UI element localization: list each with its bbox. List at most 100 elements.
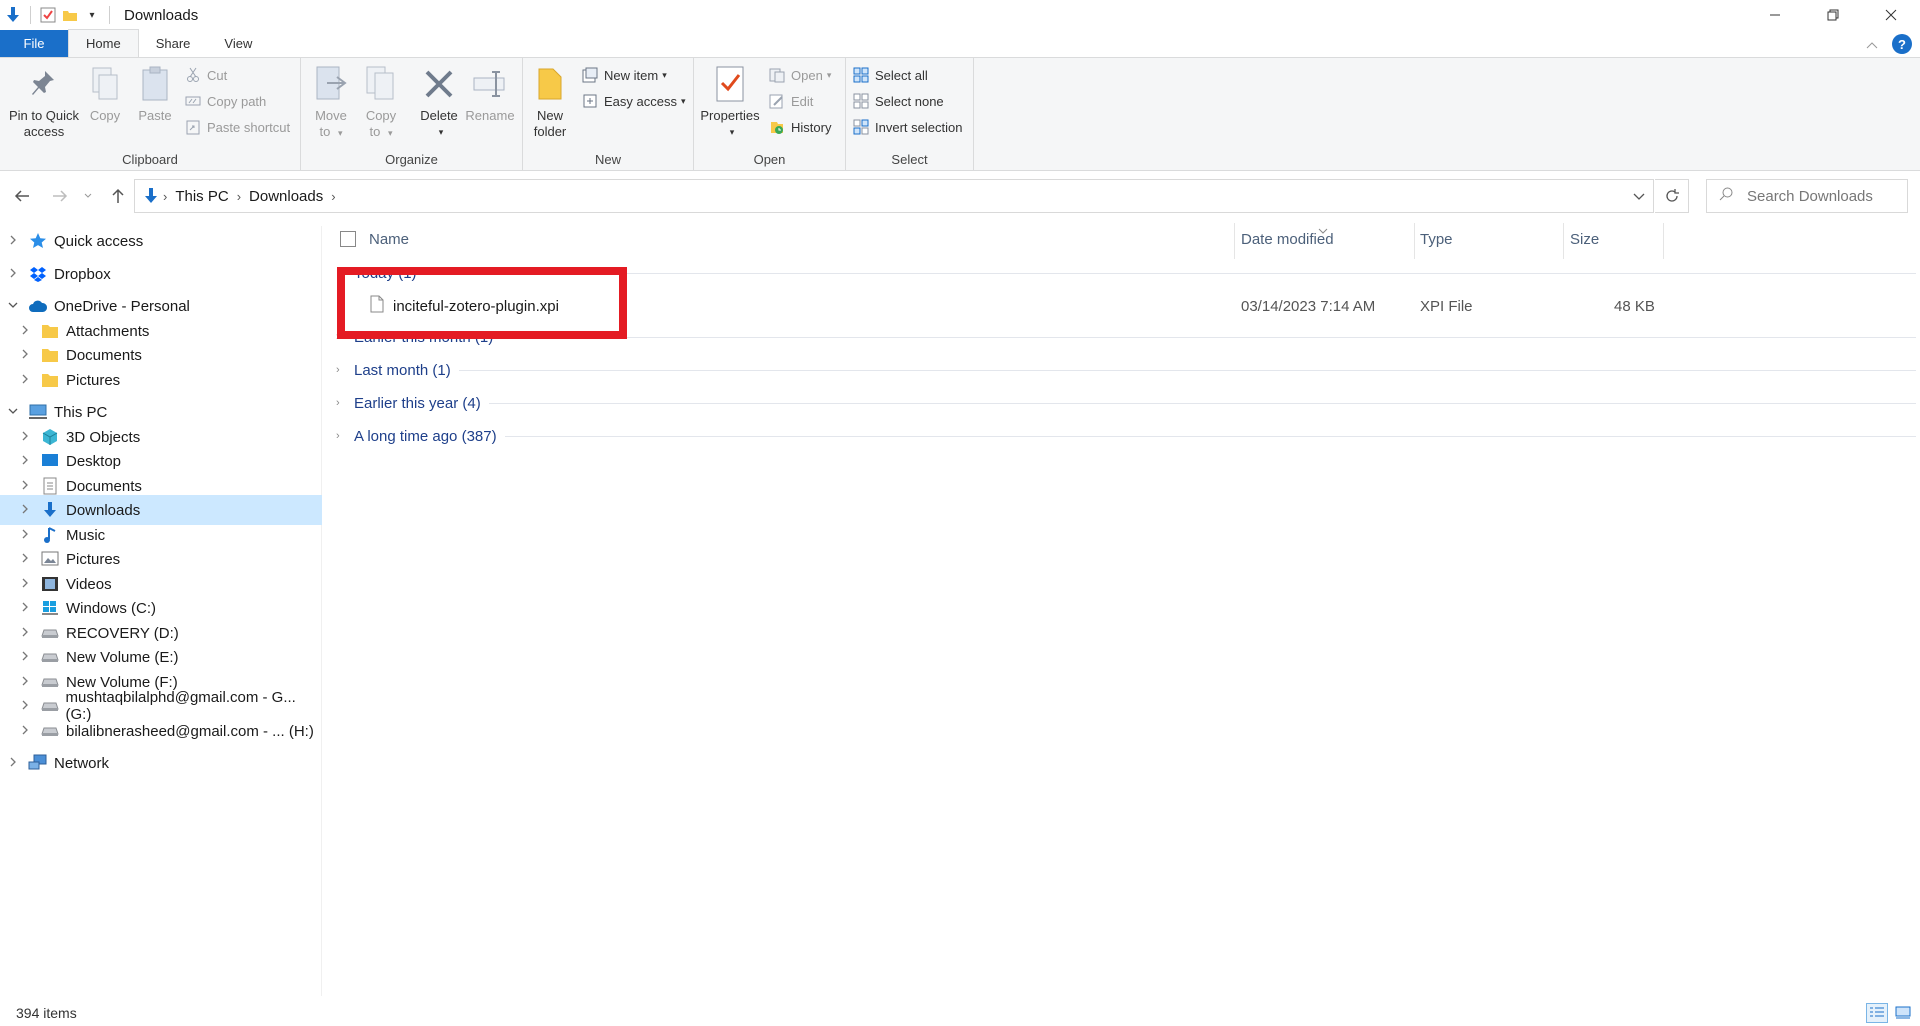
expand-chevron-icon[interactable] [18,602,32,615]
restore-button[interactable] [1804,0,1862,30]
expand-chevron-icon[interactable] [18,325,32,338]
rename-button[interactable]: Rename [465,64,515,124]
nav-item-pictures[interactable]: Pictures [0,365,322,395]
nav-item-quick-access[interactable]: Quick access [0,226,322,256]
expand-chevron-icon[interactable] [6,235,20,248]
breadcrumb-chevron-icon[interactable]: › [331,189,335,204]
expand-chevron-icon[interactable] [18,431,32,444]
group-last-month[interactable]: › Last month (1) [336,358,1916,382]
expand-chevron-icon[interactable] [18,578,32,591]
edit-button[interactable]: Edit [768,90,813,112]
new-folder-button[interactable]: New folder [527,64,573,140]
column-header-date-modified[interactable]: Date modified [1241,219,1417,259]
select-all-checkbox[interactable] [340,231,356,247]
expand-chevron-icon[interactable] [18,504,32,517]
expand-chevron-icon[interactable] [18,480,32,493]
address-history-dropdown-icon[interactable] [1633,188,1645,205]
new-folder-qat-icon[interactable] [59,4,81,26]
new-item-button[interactable]: New item ▾ [581,64,667,86]
star-icon [28,231,48,251]
expand-chevron-icon[interactable] [18,374,32,387]
column-header-name[interactable]: Name [369,219,1029,259]
search-input[interactable]: Search Downloads [1706,179,1908,213]
tab-home[interactable]: Home [68,29,139,57]
group-expand-icon[interactable]: › [336,430,354,442]
column-header-type[interactable]: Type [1420,219,1560,259]
expand-chevron-icon[interactable] [18,627,32,640]
column-header-size[interactable]: Size [1570,219,1660,259]
column-divider[interactable] [1234,223,1235,259]
breadcrumb-downloads[interactable]: Downloads [249,188,323,205]
group-label: Last month (1) [354,361,451,379]
select-all-button[interactable]: Select all [852,64,928,86]
breadcrumb-this-pc[interactable]: This PC [175,188,228,205]
group-a-long-time-ago[interactable]: › A long time ago (387) [336,424,1916,448]
up-arrow-icon[interactable] [106,184,130,208]
group-expand-icon[interactable]: › [336,397,354,409]
expand-chevron-icon[interactable] [18,676,32,689]
expand-chevron-icon[interactable] [18,529,32,542]
refresh-button[interactable] [1655,179,1689,213]
expand-chevron-icon[interactable] [18,700,32,713]
expand-chevron-icon[interactable] [18,455,32,468]
invert-selection-button[interactable]: Invert selection [852,116,962,138]
expand-chevron-icon[interactable] [18,349,32,362]
open-button[interactable]: Open ▾ [768,64,831,86]
group-divider [501,336,1916,338]
group-earlier-this-year[interactable]: › Earlier this year (4) [336,391,1916,415]
properties-button[interactable]: Properties ▾ [698,64,762,140]
sort-indicator-icon [1318,221,1328,237]
expand-chevron-icon[interactable] [18,553,32,566]
cube-icon [40,427,60,447]
search-placeholder: Search Downloads [1747,187,1873,205]
close-button[interactable] [1862,0,1920,30]
easy-access-button[interactable]: Easy access ▾ [581,90,686,112]
copy-button[interactable]: Copy [86,64,124,124]
minimize-button[interactable] [1746,0,1804,30]
breadcrumb-chevron-icon[interactable]: › [237,189,241,204]
expand-chevron-icon[interactable] [6,268,20,281]
paste-shortcut-button[interactable]: Paste shortcut [184,116,290,138]
pin-label-2: access [23,124,65,139]
paste-button[interactable]: Paste [136,64,174,124]
select-none-button[interactable]: Select none [852,90,944,112]
collapse-chevron-icon[interactable] [6,406,20,418]
navigation-pane: Quick access Dropbox OneDrive - Personal At… [0,226,322,996]
download-arrow-icon [2,4,24,26]
forward-arrow-icon[interactable] [48,184,72,208]
expand-chevron-icon[interactable] [6,757,20,770]
help-icon[interactable]: ? [1892,34,1912,54]
tab-view[interactable]: View [207,30,269,57]
move-to-button[interactable]: Move to ▾ [311,64,351,141]
address-bar[interactable]: › This PC › Downloads › [134,179,1654,213]
customize-qat-dropdown-icon[interactable]: ▾ [81,4,103,26]
column-divider[interactable] [1414,223,1415,259]
drive-icon [40,647,60,667]
copy-to-button[interactable]: Copy to ▾ [361,64,401,141]
properties-check-icon[interactable] [37,4,59,26]
copy-path-button[interactable]: Copy path [184,90,266,112]
tab-file[interactable]: File [0,30,68,57]
group-expand-icon[interactable]: › [336,364,354,376]
move-to-icon [313,64,349,104]
pin-to-quick-access-button[interactable]: Pin to Quick access [6,64,82,140]
cut-button[interactable]: Cut [184,64,227,86]
delete-button[interactable]: Delete ▾ [417,64,461,140]
back-arrow-icon[interactable] [10,184,34,208]
nav-item-bilalibnerasheed-gmail-com-h[interactable]: bilalibnerasheed@gmail.com - ... (H:) [0,716,322,746]
tab-share[interactable]: Share [139,30,208,57]
expand-chevron-icon[interactable] [18,725,32,738]
expand-chevron-icon[interactable] [18,651,32,664]
nav-item-network[interactable]: Network [0,748,322,778]
column-divider[interactable] [1563,223,1564,259]
details-view-icon[interactable] [1866,1003,1888,1023]
collapse-ribbon-icon[interactable] [1866,36,1878,52]
recent-locations-dropdown-icon[interactable] [76,184,100,208]
column-divider[interactable] [1663,223,1664,259]
nav-item-dropbox[interactable]: Dropbox [0,259,322,289]
large-icons-view-icon[interactable] [1892,1003,1914,1023]
collapse-chevron-icon[interactable] [6,300,20,312]
paste-shortcut-icon [184,118,202,136]
history-button[interactable]: History [768,116,831,138]
breadcrumb-chevron-icon[interactable]: › [163,189,167,204]
